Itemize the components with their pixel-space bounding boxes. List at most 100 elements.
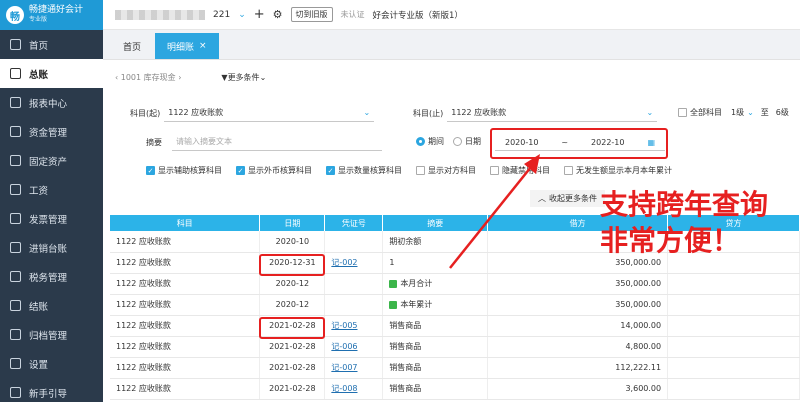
table-cell: 2020-12 [259, 294, 326, 316]
check-qty[interactable]: ✓ 显示数量核算科目 [326, 165, 402, 176]
table-cell[interactable]: 记-008 [324, 378, 384, 400]
table-cell: 1122 应收账款 [110, 252, 261, 274]
table-cell: 1122 应收账款 [110, 231, 261, 253]
arrow-icon [449, 154, 540, 269]
cell-text: 1122 应收账款 [116, 384, 171, 393]
tab-home[interactable]: 首页 [111, 33, 153, 59]
money-icon [10, 126, 21, 137]
subject-from-select[interactable]: 1122 应收账款 ⌄ [164, 104, 375, 122]
table-cell: 1122 应收账款 [110, 315, 261, 337]
sidebar-item-archive[interactable]: 归档管理 [0, 320, 103, 349]
cell-text: 1122 应收账款 [116, 300, 171, 309]
table-row[interactable]: 1122 应收账款 2021-02-28 记-006 销售商品 4,800.00 [110, 336, 800, 358]
sidebar-item-salary[interactable]: 工资 [0, 175, 103, 204]
add-icon[interactable]: + [254, 7, 265, 22]
table-cell [667, 273, 800, 295]
asset-icon [10, 155, 21, 166]
table-cell[interactable]: 记-006 [324, 336, 384, 358]
table-cell[interactable]: 记-002 [324, 252, 384, 274]
voucher-link[interactable]: 记-002 [331, 258, 357, 267]
table-cell: 112,222.11 [487, 357, 669, 379]
checkbox-icon: ✓ [146, 166, 155, 175]
more-conditions-label: 更多条件 [227, 72, 260, 82]
checkbox-icon [564, 166, 573, 175]
invoice-icon [10, 213, 21, 224]
switch-old-button[interactable]: 切到旧版 [290, 7, 333, 22]
sidebar-item-money[interactable]: 资金管理 [0, 117, 103, 146]
voucher-link[interactable]: 记-006 [331, 342, 357, 351]
sidebar-item-label: 资金管理 [29, 127, 68, 139]
table-cell[interactable]: 记-005 [324, 315, 384, 337]
table-cell [667, 357, 800, 379]
level-from-select[interactable]: 1级 [731, 107, 744, 118]
check-fx[interactable]: ✓ 显示外币核算科目 [236, 165, 312, 176]
close-icon [10, 300, 21, 311]
check-fx-label: 显示外币核算科目 [248, 166, 312, 175]
chevron-down-icon[interactable]: ⌄ [238, 10, 246, 20]
sidebar-item-label: 归档管理 [29, 330, 68, 342]
report-icon [10, 97, 21, 108]
period-radio[interactable] [416, 137, 425, 146]
sidebar-item-asset[interactable]: 固定资产 [0, 146, 103, 175]
chevron-down-icon: ⌄ [363, 108, 371, 117]
account-nav[interactable]: ‹ 1001 库存现金 › [115, 72, 181, 83]
sidebar-item-close[interactable]: 结账 [0, 291, 103, 320]
subject-to-value: 1122 应收账款 [451, 108, 507, 117]
check-aux[interactable]: ✓ 显示辅助核算科目 [146, 165, 222, 176]
memo-row: 摘要 请输入摘要文本 [146, 133, 382, 151]
salary-icon [10, 184, 21, 195]
column-header[interactable]: 科目 [110, 215, 261, 231]
cell-text: 1122 应收账款 [116, 236, 171, 246]
voucher-link[interactable]: 记-008 [331, 384, 357, 393]
table-row[interactable]: 1122 应收账款 2021-02-28 记-007 销售商品 112,222.11 [110, 357, 800, 379]
table-row[interactable]: 1122 应收账款 2021-02-28 记-005 销售商品 14,000.00 [110, 315, 800, 337]
table-cell[interactable]: 记-007 [324, 357, 384, 379]
cell-text: 1 [389, 258, 395, 267]
sidebar-item-label: 固定资产 [29, 156, 68, 168]
table-cell: 销售商品 [382, 357, 489, 379]
home-icon [10, 39, 21, 50]
period-selector[interactable]: 221 [213, 10, 230, 20]
date-radio[interactable] [453, 137, 462, 146]
table-row[interactable]: 1122 应收账款 2021-02-28 记-008 销售商品 3,600.00 [110, 378, 800, 400]
sidebar-item-label: 进销台账 [29, 243, 68, 255]
table-cell [324, 294, 384, 316]
table-cell: 2021-02-28 [259, 357, 326, 379]
check-show-cumulative[interactable]: 无发生额显示本月本年累计 [564, 165, 672, 176]
sidebar-item-report[interactable]: 报表中心 [0, 88, 103, 117]
column-header[interactable]: 凭证号 [324, 215, 384, 231]
table-cell: 1122 应收账款 [110, 294, 261, 316]
cell-text: 销售商品 [389, 321, 422, 330]
sidebar-item-home[interactable]: 首页 [0, 30, 103, 59]
tax-icon [10, 271, 21, 282]
cell-text: 3,600.00 [625, 384, 662, 393]
table-row[interactable]: 1122 应收账款 2020-12 本年累计 350,000.00 [110, 294, 800, 316]
memo-placeholder: 请输入摘要文本 [176, 137, 232, 146]
close-icon[interactable]: × [199, 41, 207, 51]
level-to-select[interactable]: 6级 [776, 107, 789, 118]
subject-to-select[interactable]: 1122 应收账款 ⌄ [447, 104, 658, 122]
sidebar-item-stock[interactable]: 进销台账 [0, 233, 103, 262]
column-header[interactable]: 日期 [259, 215, 326, 231]
voucher-link[interactable]: 记-007 [331, 363, 357, 372]
cell-text: 112,222.11 [615, 363, 662, 372]
sidebar-item-label: 报表中心 [29, 98, 68, 110]
all-subjects-checkbox[interactable] [678, 108, 687, 117]
gear-icon [10, 358, 21, 369]
gear-icon[interactable]: ⚙ [273, 8, 283, 21]
sidebar-item-invoice[interactable]: 发票管理 [0, 204, 103, 233]
sidebar-item-label: 设置 [29, 359, 49, 371]
tab-detail-ledger[interactable]: 明细账 × [155, 33, 219, 59]
level-to-label: 至 [760, 108, 769, 117]
sidebar-item-guide[interactable]: 新手引导 [0, 378, 103, 407]
sidebar-item-tax[interactable]: 税务管理 [0, 262, 103, 291]
sidebar-item-ledger[interactable]: 总账 [0, 59, 103, 88]
memo-input[interactable]: 请输入摘要文本 [172, 133, 382, 151]
cell-text: 1122 应收账款 [116, 342, 171, 351]
more-conditions-toggle[interactable]: ▼更多条件⌄ [221, 72, 266, 83]
sidebar-item-gear[interactable]: 设置 [0, 349, 103, 378]
subject-to-row: 科目(止) 1122 应收账款 ⌄ [413, 104, 658, 122]
table-cell: 2021-02-28 [259, 378, 326, 400]
voucher-link[interactable]: 记-005 [331, 321, 357, 330]
table-cell [667, 294, 800, 316]
